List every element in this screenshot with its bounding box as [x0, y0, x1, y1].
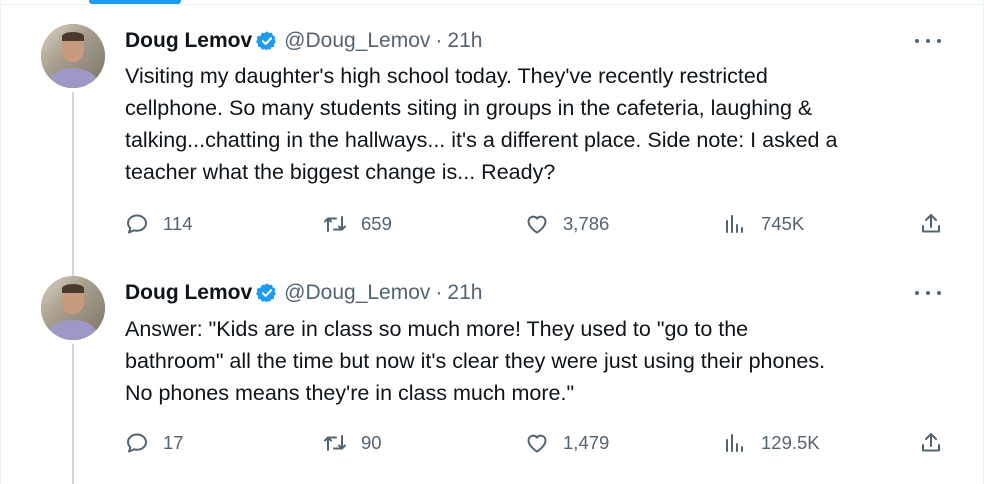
- avatar[interactable]: [41, 276, 105, 340]
- reply-button[interactable]: 17: [125, 428, 184, 458]
- views-button[interactable]: 129.5K: [723, 428, 820, 458]
- tweet-text: Answer: "Kids are in class so much more!…: [125, 317, 826, 405]
- timestamp[interactable]: 21h: [447, 29, 482, 53]
- reply-count: 114: [163, 213, 193, 234]
- reply-button[interactable]: 114: [125, 209, 193, 239]
- tweet-header: Doug Lemov @Doug_Lemov · 21h: [125, 280, 482, 306]
- share-icon: [922, 433, 940, 452]
- verified-badge-icon: [256, 31, 277, 51]
- like-button[interactable]: 1,479: [525, 428, 609, 458]
- views-button[interactable]: 745K: [723, 209, 804, 239]
- tweet-actions: 17 90 1,479 129.5K: [125, 428, 947, 458]
- views-chart-icon: [726, 215, 743, 233]
- repost-button[interactable]: 90: [323, 428, 382, 458]
- thread-connector-line: [72, 344, 74, 484]
- repost-count: 659: [361, 213, 392, 234]
- more-options-icon[interactable]: [915, 31, 941, 51]
- tweet-text: Visiting my daughter's high school today…: [125, 64, 838, 184]
- like-button[interactable]: 3,786: [525, 209, 609, 239]
- like-count: 1,479: [563, 432, 610, 453]
- reply-icon: [127, 214, 147, 234]
- author-handle[interactable]: @Doug_Lemov: [284, 29, 430, 53]
- tweet-header: Doug Lemov @Doug_Lemov · 21h: [125, 28, 482, 54]
- share-button[interactable]: [919, 209, 943, 239]
- avatar[interactable]: [41, 24, 105, 88]
- separator-dot: ·: [435, 281, 443, 304]
- heart-icon: [527, 434, 547, 453]
- like-count: 3,786: [563, 213, 610, 234]
- repost-button[interactable]: 659: [323, 209, 392, 239]
- repost-icon: [324, 435, 346, 451]
- author-handle[interactable]: @Doug_Lemov: [284, 281, 430, 305]
- verified-badge-icon: [256, 283, 277, 303]
- author-name[interactable]: Doug Lemov: [125, 29, 252, 53]
- views-count: 745K: [761, 213, 805, 234]
- repost-count: 90: [361, 432, 382, 453]
- thread-connector-line: [72, 92, 74, 276]
- views-count: 129.5K: [761, 432, 820, 453]
- repost-icon: [324, 216, 346, 232]
- views-chart-icon: [726, 434, 743, 452]
- divider: [1, 4, 983, 5]
- more-options-icon[interactable]: [915, 283, 941, 303]
- timestamp[interactable]: 21h: [447, 281, 482, 305]
- separator-dot: ·: [435, 29, 443, 52]
- heart-icon: [527, 215, 547, 234]
- share-icon: [922, 214, 940, 233]
- reply-icon: [127, 433, 147, 453]
- tweet-thread: Doug Lemov @Doug_Lemov · 21h Visiting my…: [0, 0, 984, 484]
- share-button[interactable]: [919, 428, 943, 458]
- reply-count: 17: [163, 432, 184, 453]
- tweet-actions: 114 659 3,786 745K: [125, 209, 947, 239]
- author-name[interactable]: Doug Lemov: [125, 281, 252, 305]
